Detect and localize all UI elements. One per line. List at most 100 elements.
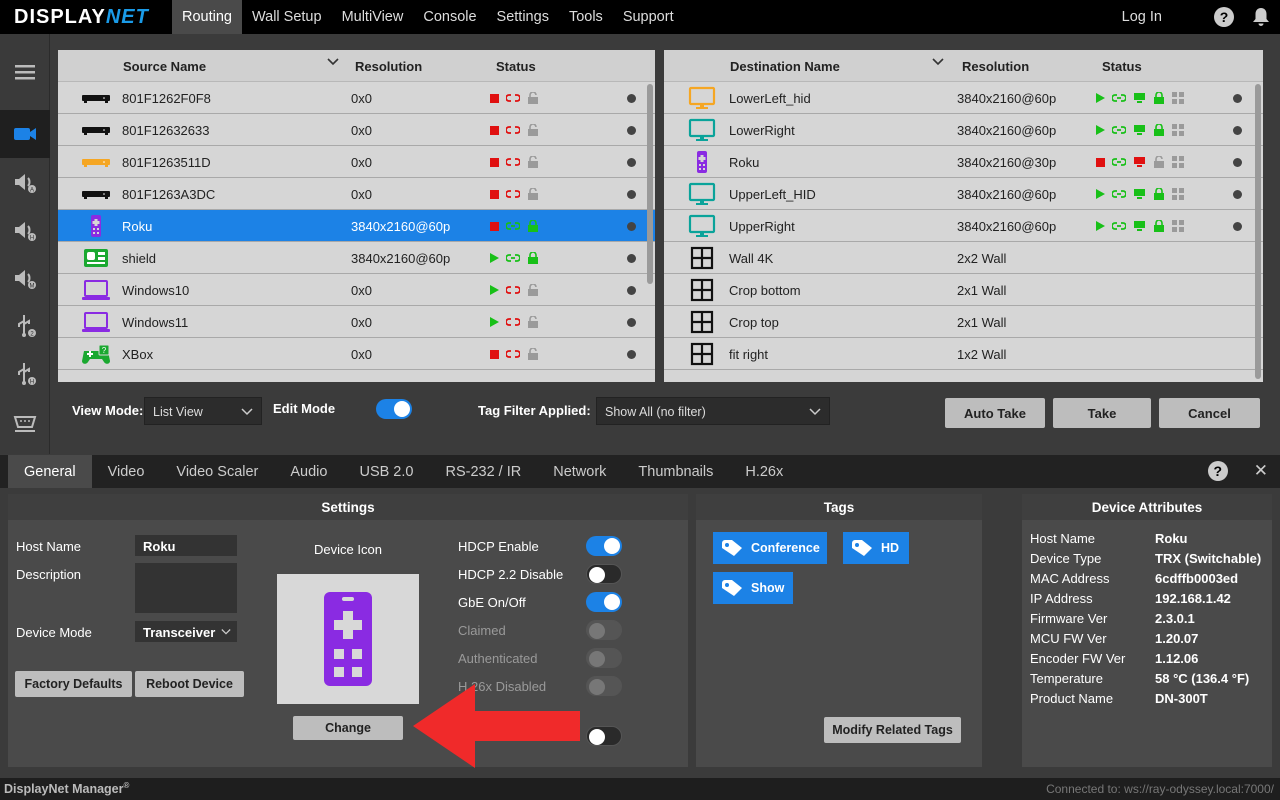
destination-row[interactable]: Wall 4K 2x2 Wall xyxy=(664,242,1263,274)
take-button[interactable]: Take xyxy=(1053,398,1151,428)
destination-scrollbar[interactable] xyxy=(1255,84,1261,379)
source-route-dot[interactable] xyxy=(627,126,636,135)
chevron-down-icon[interactable] xyxy=(327,56,339,68)
extra-toggle[interactable] xyxy=(586,726,622,746)
tag-filter-select[interactable]: Show All (no filter) xyxy=(596,397,830,425)
source-row[interactable]: Windows11 0x0 xyxy=(58,306,655,338)
panel-tab[interactable]: RS-232 / IR xyxy=(429,455,537,488)
nav-tab[interactable]: Support xyxy=(613,0,684,34)
tag-chip[interactable]: Conference xyxy=(713,532,827,564)
source-row[interactable]: 801F1263511D 0x0 xyxy=(58,146,655,178)
toggle-switch[interactable] xyxy=(586,536,622,556)
menu-icon[interactable] xyxy=(0,34,50,110)
destination-row[interactable]: Crop top 2x1 Wall xyxy=(664,306,1263,338)
source-name-header[interactable]: Source Name xyxy=(123,59,206,74)
destination-row[interactable]: LowerLeft_hid 3840x2160@60p xyxy=(664,82,1263,114)
nav-tab[interactable]: Settings xyxy=(487,0,559,34)
monitor-icon xyxy=(688,86,716,109)
source-row[interactable]: 801F1262F0F8 0x0 xyxy=(58,82,655,114)
source-row[interactable]: shield 3840x2160@60p xyxy=(58,242,655,274)
status-header[interactable]: Status xyxy=(1102,59,1142,74)
login-link[interactable]: Log In xyxy=(1122,9,1162,25)
source-row[interactable]: ? XBox 0x0 xyxy=(58,338,655,370)
panel-tab[interactable]: Video Scaler xyxy=(160,455,274,488)
help-glyph: ? xyxy=(1213,463,1223,479)
source-route-dot[interactable] xyxy=(627,190,636,199)
attribute-value: 2.3.0.1 xyxy=(1155,611,1195,626)
usb-2-icon[interactable]: 2 xyxy=(0,302,50,350)
destination-row[interactable]: Roku 3840x2160@30p xyxy=(664,146,1263,178)
link-icon xyxy=(1112,126,1126,134)
source-route-dot[interactable] xyxy=(627,318,636,327)
source-row[interactable]: Roku 3840x2160@60p xyxy=(58,210,655,242)
panel-tab[interactable]: Thumbnails xyxy=(622,455,729,488)
wall-icon xyxy=(690,310,714,334)
help-icon[interactable]: ? xyxy=(1214,7,1234,27)
source-scrollbar[interactable] xyxy=(647,84,653,284)
status-header[interactable]: Status xyxy=(496,59,536,74)
source-route-dot[interactable] xyxy=(627,350,636,359)
source-resolution: 0x0 xyxy=(351,91,372,106)
unlock-icon xyxy=(528,348,538,360)
view-mode-select[interactable]: List View xyxy=(144,397,262,425)
source-route-dot[interactable] xyxy=(627,286,636,295)
bell-icon[interactable] xyxy=(1252,7,1270,27)
device-mode-select[interactable]: Transceiver xyxy=(135,621,237,642)
destination-route-dot[interactable] xyxy=(1233,222,1242,231)
source-route-dot[interactable] xyxy=(627,94,636,103)
grid-icon xyxy=(1172,188,1184,200)
close-icon[interactable]: ✕ xyxy=(1254,461,1268,481)
panel-tab[interactable]: Audio xyxy=(274,455,343,488)
auto-take-button[interactable]: Auto Take xyxy=(945,398,1045,428)
destination-row[interactable]: LowerRight 3840x2160@60p xyxy=(664,114,1263,146)
toggle-switch[interactable] xyxy=(586,592,622,612)
chevron-down-icon[interactable] xyxy=(932,56,944,68)
resolution-header[interactable]: Resolution xyxy=(962,59,1029,74)
audio-a-icon[interactable]: A xyxy=(0,158,50,206)
description-input[interactable] xyxy=(135,563,237,613)
panel-tab[interactable]: H.26x xyxy=(729,455,799,488)
destination-row[interactable]: fit right 1x2 Wall xyxy=(664,338,1263,370)
destination-route-dot[interactable] xyxy=(1233,126,1242,135)
audio-m-icon[interactable]: M xyxy=(0,254,50,302)
serial-icon[interactable] xyxy=(0,398,50,446)
destination-name-header[interactable]: Destination Name xyxy=(730,59,840,74)
destination-row[interactable]: UpperRight 3840x2160@60p xyxy=(664,210,1263,242)
source-route-dot[interactable] xyxy=(627,222,636,231)
source-route-dot[interactable] xyxy=(627,158,636,167)
destination-row[interactable]: UpperLeft_HID 3840x2160@60p xyxy=(664,178,1263,210)
nav-tab[interactable]: Tools xyxy=(559,0,613,34)
nav-tab[interactable]: Routing xyxy=(172,0,242,34)
edit-mode-toggle[interactable] xyxy=(376,399,412,419)
cancel-button[interactable]: Cancel xyxy=(1159,398,1260,428)
modify-related-tags-button[interactable]: Modify Related Tags xyxy=(824,717,961,743)
tag-chip[interactable]: Show xyxy=(713,572,793,604)
panel-tab[interactable]: USB 2.0 xyxy=(343,455,429,488)
destination-row[interactable]: Crop bottom 2x1 Wall xyxy=(664,274,1263,306)
destination-device-icon xyxy=(686,86,718,110)
video-icon[interactable] xyxy=(0,110,50,158)
usb-h-icon[interactable]: H xyxy=(0,350,50,398)
nav-tab[interactable]: Wall Setup xyxy=(242,0,332,34)
source-row[interactable]: Windows10 0x0 xyxy=(58,274,655,306)
host-name-input[interactable]: Roku xyxy=(135,535,237,556)
destination-route-dot[interactable] xyxy=(1233,190,1242,199)
resolution-header[interactable]: Resolution xyxy=(355,59,422,74)
reboot-device-button[interactable]: Reboot Device xyxy=(135,671,244,697)
panel-tab[interactable]: Network xyxy=(537,455,622,488)
tag-chip[interactable]: HD xyxy=(843,532,909,564)
toggle-switch[interactable] xyxy=(586,564,622,584)
audio-h-icon[interactable]: H xyxy=(0,206,50,254)
source-row[interactable]: 801F12632633 0x0 xyxy=(58,114,655,146)
nav-tab[interactable]: Console xyxy=(413,0,486,34)
panel-tab[interactable]: General xyxy=(8,455,92,488)
nav-tab[interactable]: MultiView xyxy=(332,0,414,34)
source-row[interactable]: 801F1263A3DC 0x0 xyxy=(58,178,655,210)
factory-defaults-button[interactable]: Factory Defaults xyxy=(15,671,132,697)
destination-route-dot[interactable] xyxy=(1233,94,1242,103)
destination-route-dot[interactable] xyxy=(1233,158,1242,167)
change-icon-button[interactable]: Change xyxy=(293,716,403,740)
panel-tab[interactable]: Video xyxy=(92,455,161,488)
help-icon[interactable]: ? xyxy=(1207,461,1228,481)
source-route-dot[interactable] xyxy=(627,254,636,263)
